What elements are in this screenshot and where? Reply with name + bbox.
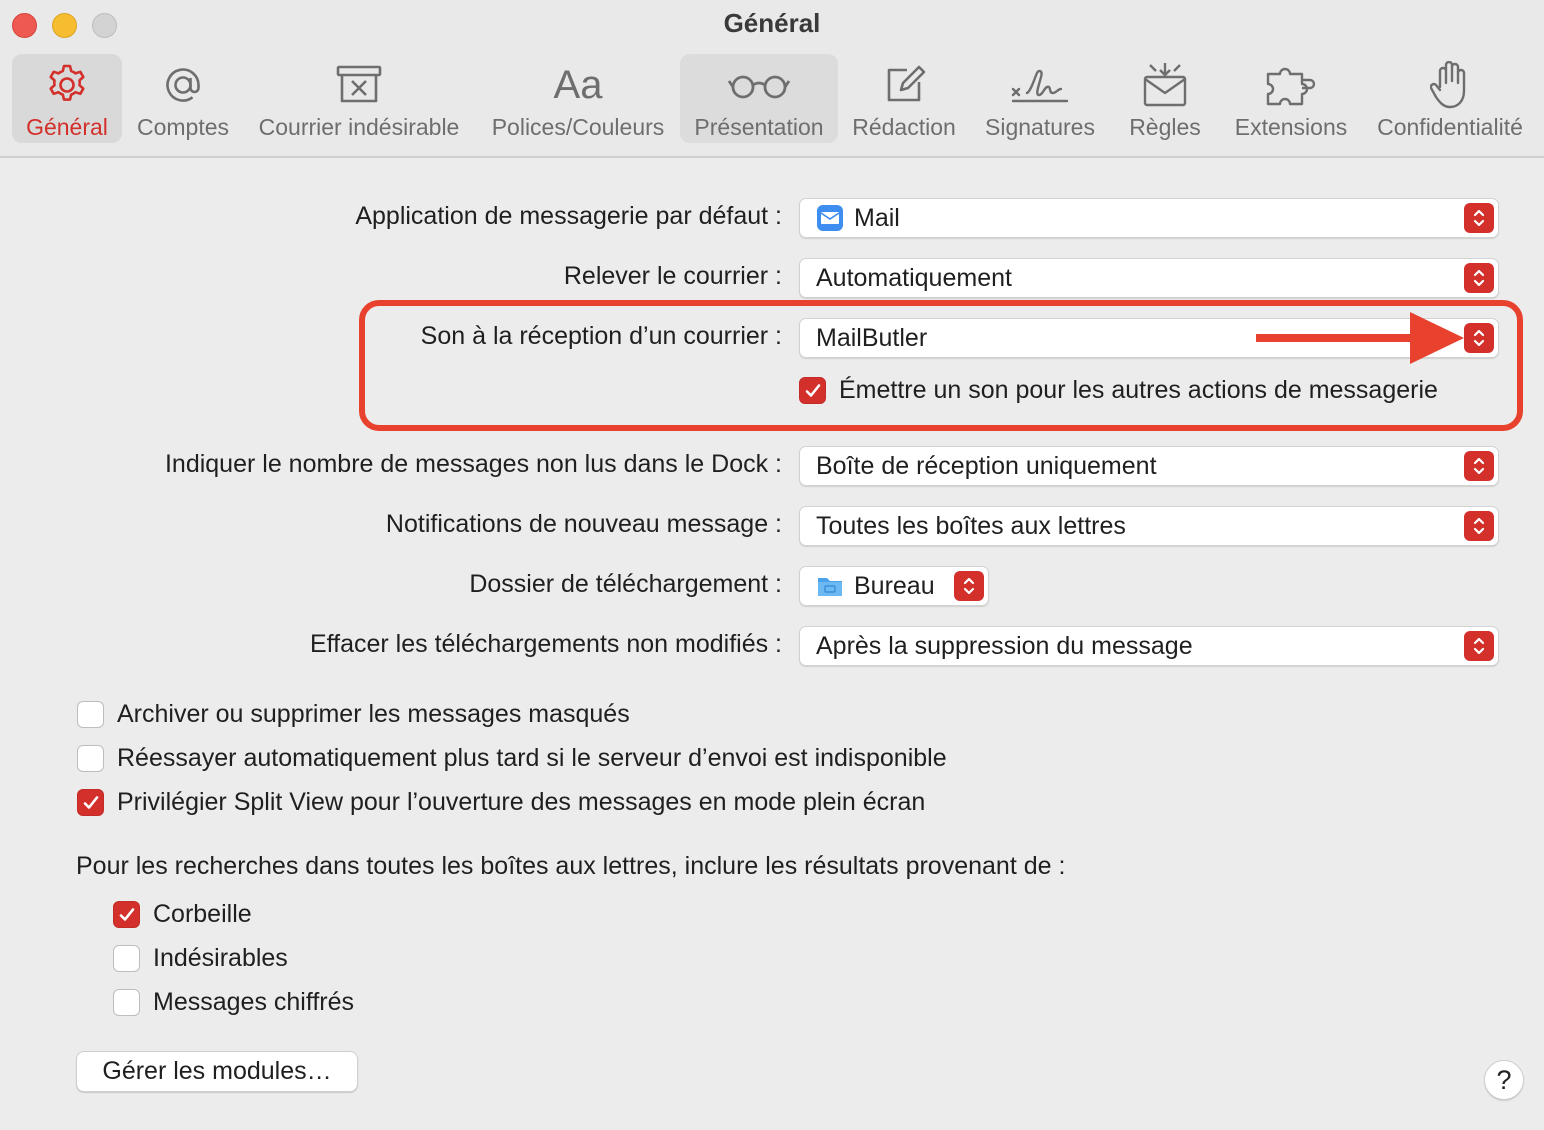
popup-stepper-icon (1464, 631, 1494, 661)
tab-label: Général (26, 114, 108, 140)
default-app-label: Application de messagerie par défaut : (355, 202, 782, 230)
check-mail-value: Automatiquement (816, 263, 1012, 292)
tab-accounts[interactable]: Comptes (128, 54, 238, 143)
remove-downloads-label: Effacer les téléchargements non modifiés… (309, 630, 782, 658)
signature-icon (1009, 58, 1071, 112)
tab-composing[interactable]: Rédaction (846, 54, 962, 143)
popup-stepper-icon (1464, 451, 1494, 481)
tab-label: Signatures (985, 114, 1095, 140)
help-button[interactable]: ? (1484, 1060, 1524, 1100)
archive-hidden-label: Archiver ou supprimer les messages masqu… (117, 700, 630, 728)
split-view-label: Privilégier Split View pour l’ouverture … (117, 788, 926, 816)
tab-label: Courrier indésirable (258, 114, 460, 140)
tab-label: Présentation (694, 114, 824, 140)
encrypted-checkbox[interactable] (113, 989, 140, 1016)
notifications-value: Toutes les boîtes aux lettres (816, 511, 1126, 540)
default-app-popup[interactable]: Mail (799, 198, 1499, 238)
popup-stepper-icon (1464, 263, 1494, 293)
hand-icon (1430, 58, 1470, 112)
default-app-value: Mail (854, 203, 900, 232)
check-mail-label: Relever le courrier : (563, 262, 782, 290)
tab-rules[interactable]: Règles (1118, 54, 1212, 143)
encrypted-label: Messages chiffrés (153, 988, 355, 1016)
trash-checkbox[interactable] (113, 901, 140, 928)
annotation-arrow-icon (1256, 312, 1464, 364)
tab-extensions[interactable]: Extensions (1226, 54, 1356, 143)
notifications-label: Notifications de nouveau message : (385, 510, 782, 538)
folder-icon (816, 572, 844, 600)
download-folder-popup[interactable]: Bureau (799, 566, 989, 606)
split-view-checkbox[interactable] (77, 789, 104, 816)
window-title: Général (723, 8, 821, 38)
download-folder-label: Dossier de téléchargement : (469, 570, 782, 598)
tab-privacy[interactable]: Confidentialité (1368, 54, 1532, 143)
tab-viewing[interactable]: Présentation (680, 54, 838, 143)
gear-icon (44, 58, 90, 112)
remove-downloads-popup[interactable]: Après la suppression du message (799, 626, 1499, 666)
junk-label: Indésirables (153, 944, 288, 972)
tab-junk[interactable]: Courrier indésirable (250, 54, 468, 143)
tab-general[interactable]: Général (12, 54, 122, 143)
at-icon (160, 58, 206, 112)
archive-hidden-checkbox[interactable] (77, 701, 104, 728)
junk-checkbox[interactable] (113, 945, 140, 972)
puzzle-icon (1262, 58, 1320, 112)
download-folder-value: Bureau (854, 571, 935, 600)
tab-signatures[interactable]: Signatures (978, 54, 1102, 143)
dock-unread-value: Boîte de réception uniquement (816, 451, 1157, 480)
dock-unread-popup[interactable]: Boîte de réception uniquement (799, 446, 1499, 486)
tab-label: Polices/Couleurs (491, 114, 665, 140)
trash-label: Corbeille (153, 900, 252, 928)
tab-label: Rédaction (852, 114, 956, 140)
tab-fonts-colors[interactable]: Aa Polices/Couleurs (484, 54, 672, 143)
tab-label: Comptes (136, 114, 230, 140)
junk-icon (334, 58, 384, 112)
fonts-icon: Aa (553, 62, 603, 107)
retry-send-label: Réessayer automatiquement plus tard si l… (117, 744, 947, 772)
remove-downloads-value: Après la suppression du message (816, 631, 1193, 660)
tab-label: Confidentialité (1377, 114, 1523, 140)
manage-plugins-button[interactable]: Gérer les modules… (76, 1051, 358, 1092)
glasses-icon (727, 58, 791, 112)
popup-stepper-icon (954, 571, 984, 601)
search-heading: Pour les recherches dans toutes les boît… (76, 852, 1066, 880)
retry-send-checkbox[interactable] (77, 745, 104, 772)
popup-stepper-icon (1464, 203, 1494, 233)
tab-label: Règles (1129, 114, 1201, 140)
window-toolbar: Général Général Comptes Courrier indésir… (0, 0, 1544, 158)
notifications-popup[interactable]: Toutes les boîtes aux lettres (799, 506, 1499, 546)
compose-icon (881, 58, 927, 112)
dock-unread-label: Indiquer le nombre de messages non lus d… (164, 450, 782, 478)
rules-icon (1140, 58, 1190, 112)
tab-label: Extensions (1234, 114, 1348, 140)
check-mail-popup[interactable]: Automatiquement (799, 258, 1499, 298)
popup-stepper-icon (1464, 511, 1494, 541)
mail-app-icon (816, 204, 844, 232)
